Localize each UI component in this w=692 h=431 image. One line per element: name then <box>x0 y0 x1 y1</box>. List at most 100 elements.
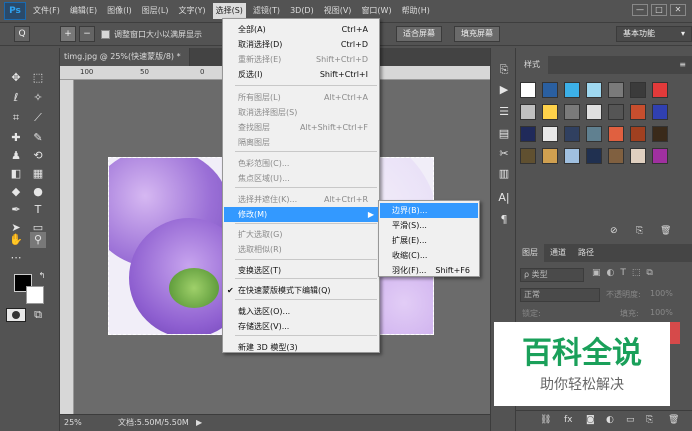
brush-panel-icon[interactable]: ✂ <box>496 146 512 162</box>
actions-panel-icon[interactable]: ▶ <box>496 82 512 98</box>
style-swatch[interactable] <box>542 104 558 120</box>
style-swatch[interactable] <box>520 82 536 98</box>
fx-icon[interactable]: fx <box>564 415 573 425</box>
style-swatch[interactable] <box>630 82 646 98</box>
menu-2[interactable]: 图像(I) <box>104 3 135 19</box>
swap-colors-icon[interactable]: ↰ <box>34 268 50 284</box>
style-swatch[interactable] <box>652 82 668 98</box>
document-tab[interactable]: timg.jpg @ 25%(快速蒙版/8) * ✕ <box>60 48 190 79</box>
dodge-tool-icon[interactable]: ● <box>30 184 46 200</box>
blend-mode-select[interactable]: 正常 <box>520 288 600 302</box>
zoom-tool-panel-icon[interactable]: ⚲ <box>30 232 46 248</box>
select-menu-item[interactable]: 存储选区(V)... <box>224 319 378 334</box>
fit-screen-button[interactable]: 适合屏幕 <box>396 26 442 42</box>
select-menu-item[interactable]: 修改(M) ▶ <box>224 207 378 222</box>
menu-1[interactable]: 编辑(E) <box>67 3 100 19</box>
style-swatch[interactable] <box>586 126 602 142</box>
style-swatch[interactable] <box>520 148 536 164</box>
style-swatch[interactable] <box>542 148 558 164</box>
modify-submenu-item[interactable]: 边界(B)... <box>380 203 478 218</box>
style-swatch[interactable] <box>630 126 646 142</box>
select-menu-item[interactable]: 载入选区(O)... <box>224 304 378 319</box>
menu-3[interactable]: 图层(L) <box>139 3 172 19</box>
style-trash-icon[interactable]: 🗑 <box>660 226 671 236</box>
modify-submenu-item[interactable]: 扩展(E)... <box>380 233 478 248</box>
style-swatch[interactable] <box>586 104 602 120</box>
opacity-value[interactable]: 100% <box>650 289 673 298</box>
pen-tool-icon[interactable]: ✒ <box>8 202 24 218</box>
properties-panel-icon[interactable]: ▤ <box>496 126 512 142</box>
style-new-icon[interactable]: ⎘ <box>636 226 643 236</box>
new-layer-icon[interactable]: ⎘ <box>646 415 653 425</box>
modify-submenu-item[interactable]: 收缩(C)... <box>380 248 478 263</box>
zoom-out-icon[interactable]: − <box>79 26 95 42</box>
zoom-tool-icon[interactable]: Q <box>14 26 30 42</box>
fill-value[interactable]: 100% <box>650 308 673 317</box>
tab-channels[interactable]: 通道 <box>544 244 572 262</box>
tab-paths[interactable]: 路径 <box>572 244 600 262</box>
style-swatch[interactable] <box>586 148 602 164</box>
more-tools-icon[interactable]: ⋯ <box>8 250 24 266</box>
style-swatch[interactable] <box>564 148 580 164</box>
modify-submenu-item[interactable]: 羽化(F)... Shift+F6 <box>380 263 478 278</box>
blur-tool-icon[interactable]: ◆ <box>8 184 24 200</box>
link-layers-icon[interactable]: ⛓ <box>540 415 551 425</box>
workspace-select[interactable]: 基本功能 ▾ <box>616 26 692 42</box>
tab-styles[interactable]: 样式 <box>516 56 548 74</box>
status-arrow-icon[interactable]: ▶ <box>196 415 202 431</box>
delete-layer-icon[interactable]: 🗑 <box>668 415 679 425</box>
menu-10[interactable]: 帮助(H) <box>399 3 433 19</box>
menu-5[interactable]: 选择(S) <box>212 3 246 19</box>
type-tool-icon[interactable]: T <box>30 202 46 218</box>
select-menu-item[interactable]: 全部(A) Ctrl+A <box>224 22 378 37</box>
select-menu-item[interactable]: 在快速蒙版模式下编辑(Q) ✔ <box>224 283 378 298</box>
paragraph-panel-icon[interactable]: ¶ <box>496 212 512 228</box>
brush-tool-icon[interactable]: ✎ <box>30 130 46 146</box>
healing-tool-icon[interactable]: ✚ <box>8 130 24 146</box>
resize-window-checkbox[interactable] <box>101 29 110 39</box>
hand-tool-icon[interactable]: ✋ <box>8 232 24 248</box>
select-menu-item[interactable]: 变换选区(T) <box>224 263 378 278</box>
style-swatch[interactable] <box>608 82 624 98</box>
move-tool-icon[interactable]: ✥ <box>8 70 24 86</box>
layer-kind-filter[interactable]: ρ 类型 <box>520 268 584 282</box>
zoom-in-icon[interactable]: + <box>60 26 76 42</box>
style-swatch[interactable] <box>520 104 536 120</box>
history-panel-icon[interactable]: ⎘ <box>496 62 512 78</box>
marquee-tool-icon[interactable]: ⬚ <box>30 70 46 86</box>
modify-submenu-item[interactable]: 平滑(S)... <box>380 218 478 233</box>
style-swatch[interactable] <box>542 126 558 142</box>
menu-9[interactable]: 窗口(W) <box>358 3 394 19</box>
panel-menu-icon[interactable]: ≡ <box>679 60 686 69</box>
adjustment-layer-icon[interactable]: ◐ <box>606 415 614 425</box>
style-swatch[interactable] <box>564 104 580 120</box>
style-swatch[interactable] <box>542 82 558 98</box>
magic-wand-tool-icon[interactable]: ✧ <box>30 90 46 106</box>
style-swatch[interactable] <box>586 82 602 98</box>
minimize-button[interactable]: — <box>632 4 648 16</box>
layer-mask-icon[interactable]: ◙ <box>586 415 595 425</box>
quick-mask-icon[interactable] <box>6 308 26 322</box>
menu-8[interactable]: 视图(V) <box>321 3 355 19</box>
fill-screen-button[interactable]: 填充屏幕 <box>454 26 500 42</box>
eyedropper-tool-icon[interactable]: ⟋ <box>30 110 46 126</box>
style-swatch[interactable] <box>630 148 646 164</box>
adjust-panel-icon[interactable]: ☰ <box>496 104 512 120</box>
style-swatch[interactable] <box>520 126 536 142</box>
stamp-tool-icon[interactable]: ♟ <box>8 148 24 164</box>
style-swatch[interactable] <box>608 126 624 142</box>
style-swatch[interactable] <box>608 148 624 164</box>
menu-4[interactable]: 文字(Y) <box>175 3 208 19</box>
style-swatch[interactable] <box>564 126 580 142</box>
layer-filter-icons[interactable]: ▣◐T⬚⧉ <box>592 268 659 278</box>
crop-tool-icon[interactable]: ⌗ <box>8 110 24 126</box>
menu-7[interactable]: 3D(D) <box>287 3 317 19</box>
character-panel-icon[interactable]: A| <box>496 190 512 206</box>
style-swatch[interactable] <box>608 104 624 120</box>
style-delete-icon[interactable]: ⊘ <box>610 226 618 236</box>
menu-6[interactable]: 滤镜(T) <box>250 3 283 19</box>
screen-mode-icon[interactable]: ⧉ <box>30 307 46 323</box>
style-swatch[interactable] <box>652 148 668 164</box>
group-icon[interactable]: ▭ <box>626 415 635 425</box>
style-swatch[interactable] <box>630 104 646 120</box>
